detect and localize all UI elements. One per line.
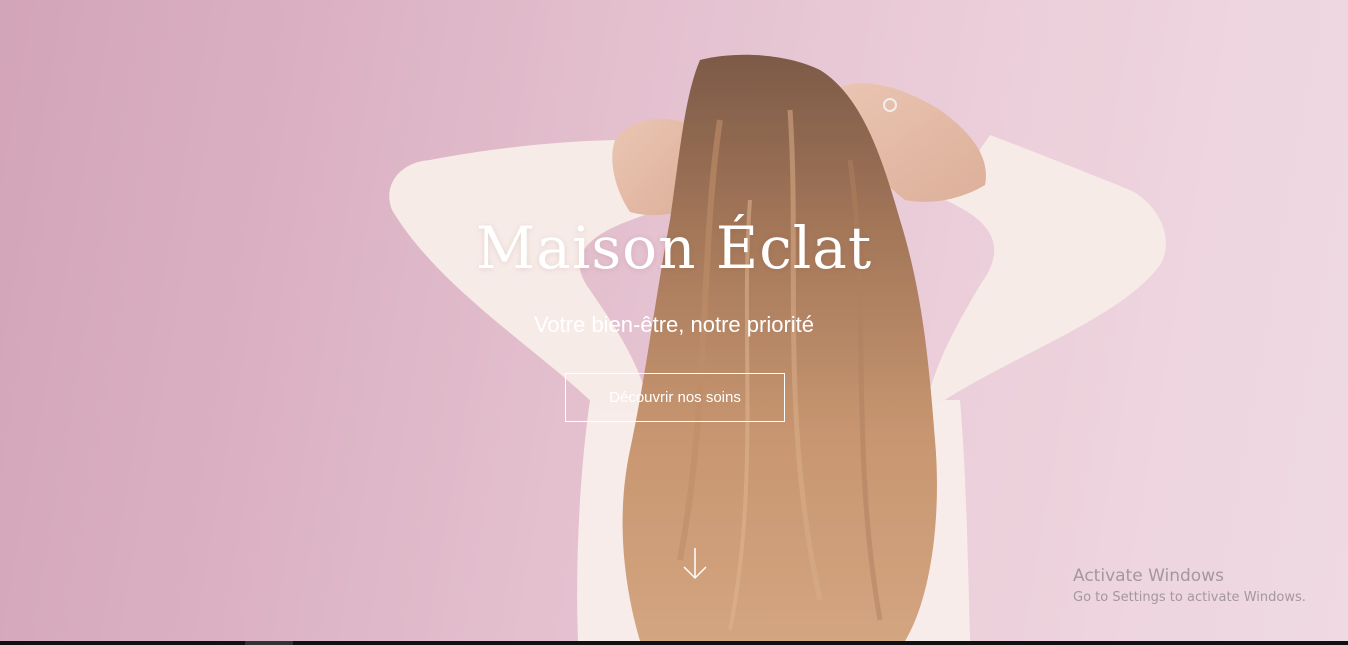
activate-windows-title: Activate Windows [1073,566,1224,586]
discover-treatments-button[interactable]: Découvrir nos soins [565,373,785,422]
brand-title: Maison Éclat [475,214,873,282]
hero-section: Maison Éclat Votre bien-être, notre prio… [0,0,1348,641]
activate-windows-subtitle: Go to Settings to activate Windows. [1073,590,1306,605]
hero-tagline: Votre bien-être, notre priorité [533,312,815,337]
taskbar [0,641,1348,645]
activate-windows-watermark: Activate Windows Go to Settings to activ… [1073,566,1306,607]
taskbar-active-item[interactable] [245,641,293,645]
arrow-down-icon[interactable] [681,546,709,582]
